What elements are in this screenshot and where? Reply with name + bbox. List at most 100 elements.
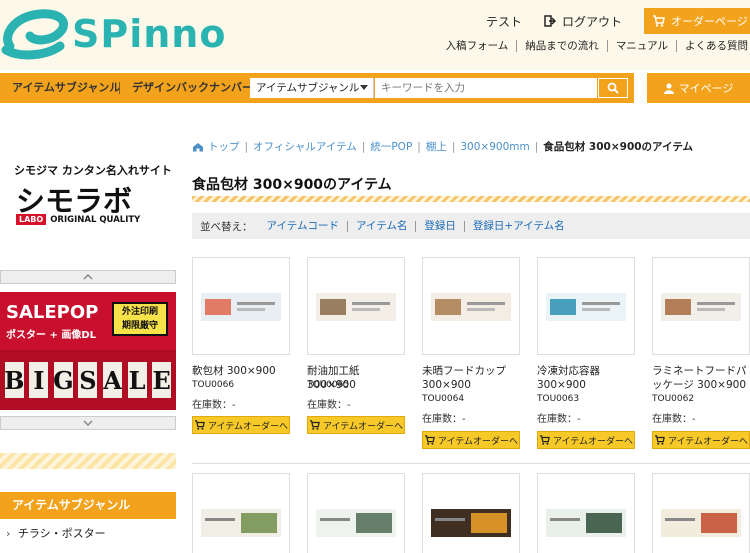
- breadcrumb-separator: |: [451, 140, 456, 153]
- banner-scroll-up[interactable]: [0, 270, 176, 284]
- item-order-button[interactable]: アイテムオーダーへ: [192, 416, 290, 434]
- breadcrumb-separator: |: [244, 140, 249, 153]
- page-title: 食品包材 300×900のアイテム: [192, 177, 392, 193]
- product-stock: 在庫数：-: [422, 410, 466, 425]
- stock-value: -: [577, 414, 581, 425]
- genre-select-value: アイテムサブジャンル: [256, 82, 360, 94]
- user-icon: [663, 82, 674, 94]
- banner-scroll-down[interactable]: [0, 416, 176, 430]
- product-image: [201, 293, 281, 321]
- logout-icon: [544, 15, 556, 27]
- product-thumbnail[interactable]: [652, 257, 750, 355]
- product-thumbnail[interactable]: [192, 257, 290, 355]
- breadcrumb-item[interactable]: 統一POP: [370, 139, 412, 154]
- sub-link-delivery-flow[interactable]: 納品までの流れ: [516, 40, 607, 52]
- bigsale-letter: E: [152, 362, 172, 398]
- product-thumbnail[interactable]: [537, 257, 635, 355]
- salepop-banner[interactable]: SALEPOP ポスター + 画像DL 外注印刷 期限厳守 B I G S A …: [0, 292, 176, 410]
- genre-item-label: チラシ・ポスター: [17, 527, 106, 540]
- order-page-button[interactable]: オーダーページ: [644, 8, 750, 34]
- product-image: [661, 509, 741, 537]
- product-thumbnail[interactable]: [652, 473, 750, 553]
- mypage-button[interactable]: マイページ: [647, 73, 750, 103]
- shimolabo-subline: LABO ORIGINAL QUALITY: [16, 214, 140, 225]
- product-image: [546, 293, 626, 321]
- home-icon: [193, 142, 203, 151]
- main-navbar: アイテムサブジャンル デザインバックナンバー アイテムサブジャンル: [0, 73, 634, 103]
- product-name[interactable]: ラミネートフードパッケージ 300×900: [652, 364, 750, 392]
- spinno-logo-mark: [1, 9, 68, 60]
- sort-by-date-name[interactable]: 登録日+アイテム名: [463, 220, 573, 232]
- breadcrumb-item[interactable]: オフィシャルアイテム: [253, 139, 357, 154]
- stock-label: 在庫数：: [422, 414, 462, 425]
- breadcrumb-home[interactable]: トップ: [208, 139, 240, 154]
- product-stock: 在庫数：-: [192, 396, 236, 411]
- item-order-button[interactable]: アイテムオーダーへ: [537, 431, 635, 449]
- product-code: TOU0066: [192, 380, 235, 390]
- item-order-label: アイテムオーダーへ: [667, 436, 749, 447]
- stock-value: -: [462, 414, 466, 425]
- product-name[interactable]: 冷凍対応容器 300×900: [537, 364, 637, 392]
- genre-item-flyer-poster[interactable]: › チラシ・ポスター: [0, 524, 176, 544]
- search-button[interactable]: [598, 78, 628, 98]
- nav-item-backnumber[interactable]: デザインバックナンバー: [132, 73, 253, 103]
- breadcrumb-separator: |: [534, 140, 539, 153]
- product-thumbnail[interactable]: [192, 473, 290, 553]
- product-thumbnail[interactable]: [537, 473, 635, 553]
- product-stock: 在庫数：-: [652, 410, 696, 425]
- top-links: テスト ログアウト オーダーページ: [486, 8, 750, 34]
- item-order-label: アイテムオーダーへ: [207, 421, 289, 432]
- cart-icon: [309, 420, 320, 430]
- product-thumbnail[interactable]: [422, 473, 520, 553]
- cart-icon: [424, 435, 435, 445]
- product-thumbnail[interactable]: [307, 473, 405, 553]
- cart-icon: [539, 435, 550, 445]
- sort-by-date[interactable]: 登録日: [415, 220, 464, 232]
- spinno-logo[interactable]: SPinno: [0, 6, 230, 62]
- stock-label: 在庫数：: [192, 400, 232, 411]
- sort-label: 並べ替え：: [200, 220, 253, 233]
- item-order-button[interactable]: アイテムオーダーへ: [422, 431, 520, 449]
- product-image: [661, 293, 741, 321]
- cart-icon: [653, 15, 665, 27]
- product-image: [431, 293, 511, 321]
- item-order-button[interactable]: アイテムオーダーへ: [652, 431, 750, 449]
- sort-by-item-code[interactable]: アイテムコード: [267, 220, 347, 232]
- sort-by-item-name[interactable]: アイテム名: [346, 220, 415, 232]
- cart-icon: [654, 435, 665, 445]
- mypage-label: マイページ: [678, 82, 734, 95]
- sub-link-manual[interactable]: マニュアル: [606, 40, 676, 52]
- product-stock: 在庫数：-: [537, 410, 581, 425]
- bigsale-letter: B: [4, 362, 24, 398]
- product-name[interactable]: 軟包材 300×900: [192, 364, 292, 378]
- sub-link-submission-form[interactable]: 入稿フォーム: [438, 40, 517, 52]
- item-order-button[interactable]: アイテムオーダーへ: [307, 416, 405, 434]
- breadcrumb-item[interactable]: 300×900mm: [460, 141, 529, 153]
- genre-section-header: アイテムサブジャンル: [0, 492, 176, 519]
- product-thumbnail[interactable]: [307, 257, 405, 355]
- nav-separator: [119, 82, 120, 94]
- logo-text: SPinno: [72, 12, 227, 56]
- shimolabo-tagline: シモジマ カンタン名入れサイト: [14, 164, 172, 177]
- product-name[interactable]: 未晒フードカップ 300×900: [422, 364, 522, 392]
- cart-icon: [194, 420, 205, 430]
- chevron-down-icon: [83, 420, 93, 426]
- breadcrumb-current: 食品包材 300×900のアイテム: [543, 141, 694, 153]
- banner-badge: 外注印刷 期限厳守: [112, 302, 168, 336]
- logout-link[interactable]: ログアウト: [544, 13, 622, 30]
- chevron-up-icon: [83, 274, 93, 280]
- product-image: [431, 509, 511, 537]
- banner-title: SALEPOP: [6, 302, 99, 323]
- sub-links: 入稿フォーム 納品までの流れ マニュアル よくある質問: [438, 40, 750, 52]
- sub-link-faq[interactable]: よくある質問: [676, 40, 750, 52]
- stock-value: -: [347, 400, 351, 411]
- breadcrumb-item[interactable]: 棚上: [426, 139, 447, 154]
- banner-subtitle: ポスター + 画像DL: [6, 330, 97, 341]
- product-thumbnail[interactable]: [422, 257, 520, 355]
- product-image: [316, 293, 396, 321]
- nav-item-genre[interactable]: アイテムサブジャンル: [12, 73, 120, 103]
- product-code: TOU0064: [422, 394, 465, 404]
- genre-select[interactable]: アイテムサブジャンル: [250, 78, 374, 98]
- search-input[interactable]: [375, 78, 597, 98]
- stock-value: -: [232, 400, 236, 411]
